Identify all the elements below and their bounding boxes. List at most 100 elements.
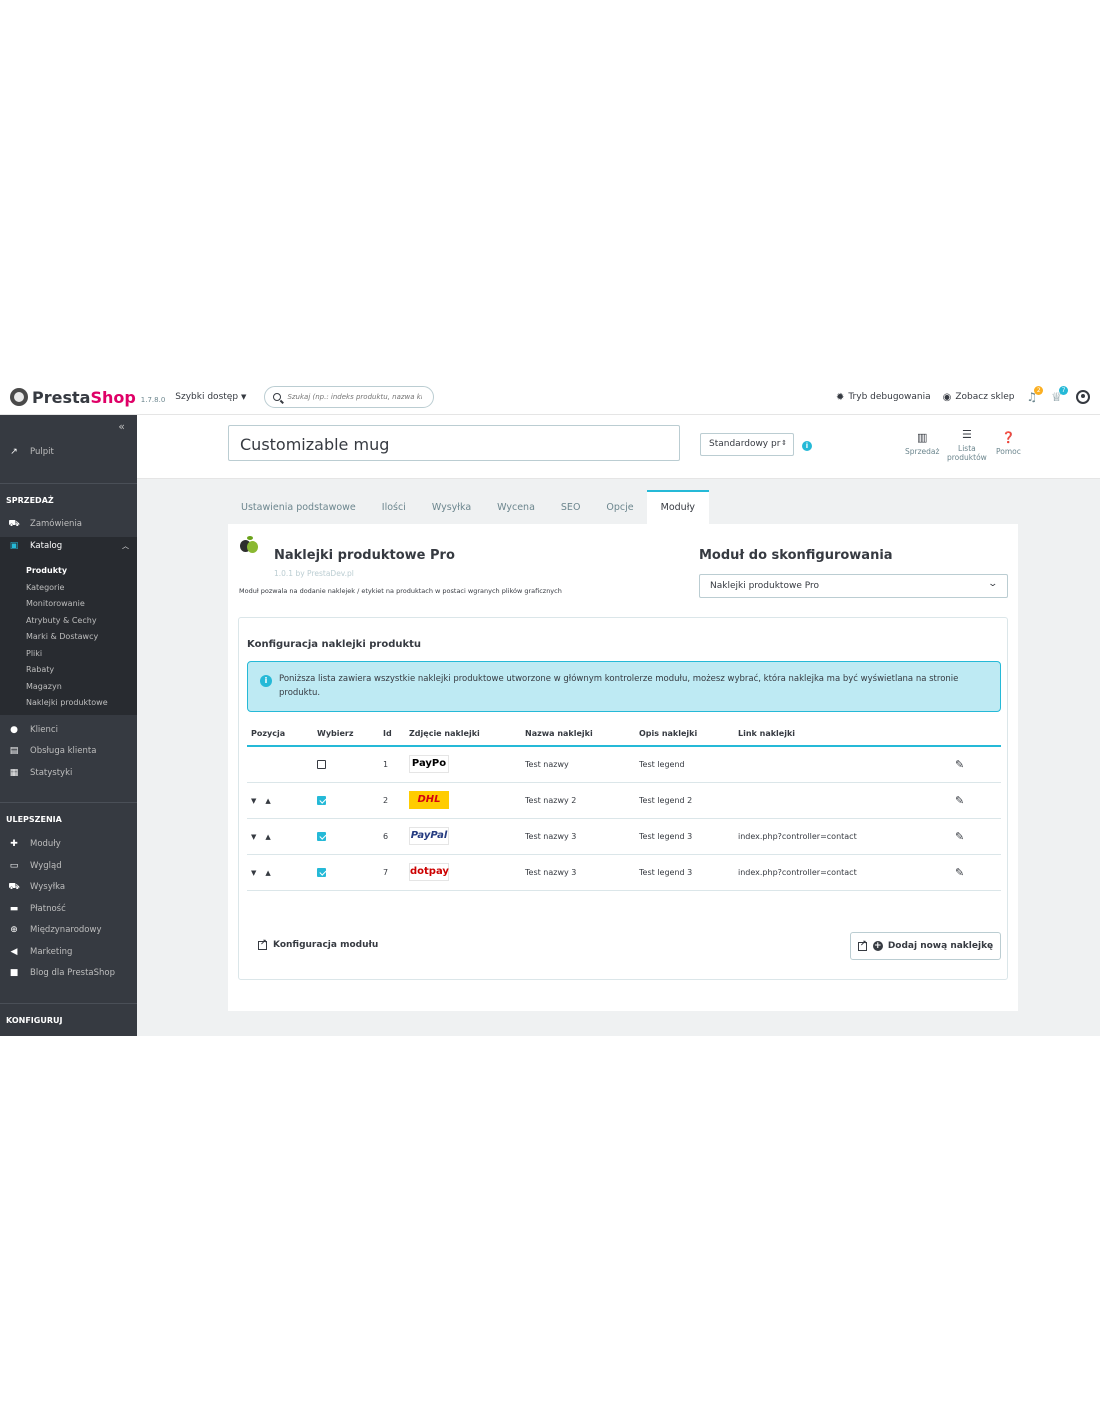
sidebar-item-stats[interactable]: ▦ Statystyki (0, 764, 137, 782)
submenu-item-brands[interactable]: Marki & Dostawcy (26, 632, 98, 641)
external-link-icon (857, 939, 867, 951)
edit-pencil-icon[interactable]: ✎ (955, 794, 964, 807)
chart-icon: ▥ (917, 431, 928, 444)
sidebar-item-shipping[interactable]: ⛟ Wysyłka (0, 878, 137, 896)
debug-mode-link[interactable]: ✹ Tryb debugowania (836, 392, 931, 403)
megaphone-icon: ◀ (10, 947, 18, 957)
basket-icon: ⛟ (8, 518, 20, 529)
help-icon: ❓ (1001, 431, 1016, 444)
edit-pencil-icon[interactable]: ✎ (955, 830, 964, 843)
search-box[interactable] (264, 386, 435, 408)
column-header: Id (379, 722, 405, 747)
section-improve: ULEPSZENIA (6, 815, 62, 824)
truck-icon: ⛟ (8, 881, 20, 892)
notification-count-badge: 2 (1034, 386, 1044, 395)
move-down-icon[interactable]: ▼ (251, 797, 256, 805)
edit-pencil-icon[interactable]: ✎ (955, 758, 964, 771)
module-logo-icon (240, 536, 258, 554)
select-checkbox[interactable] (317, 759, 326, 769)
tab-seo[interactable]: SEO (548, 502, 594, 524)
module-version: 1.0.1 by PrestaDev.pl (274, 569, 354, 578)
add-sticker-button[interactable]: +Dodaj nową naklejkę (850, 932, 1001, 960)
help-button[interactable]: ❓ Pomoc (996, 431, 1021, 456)
notifications-button[interactable]: ♫ 2 (1026, 386, 1044, 404)
bar-chart-icon: ▦ (9, 768, 19, 778)
tab-shipping[interactable]: Wysyłka (419, 502, 484, 524)
view-shop-link[interactable]: ◉ Zobacz sklep (943, 392, 1015, 403)
submenu-item-monitoring[interactable]: Monitorowanie (26, 599, 85, 608)
sales-button[interactable]: ▥ Sprzedaż (905, 431, 939, 456)
tab-quantities[interactable]: Ilości (369, 502, 419, 524)
select-checkbox[interactable] (317, 795, 326, 805)
sticker-desc: Test legend 3 (635, 818, 734, 855)
select-checkbox[interactable] (317, 867, 326, 877)
sidebar-item-marketing[interactable]: ◀ Marketing (0, 943, 137, 961)
submenu-item-categories[interactable]: Kategorie (26, 583, 64, 592)
quick-access-dropdown[interactable]: Szybki dostęp ▼ (175, 392, 246, 402)
submenu-item-attributes[interactable]: Atrybuty & Cechy (26, 616, 97, 625)
sticker-link: index.php?controller=contact (734, 818, 951, 855)
globe-icon: ⊕ (10, 925, 18, 935)
sticker-config-card: Konfiguracja naklejki produktu i Poniższ… (238, 617, 1008, 980)
desktop-icon: ▭ (9, 861, 19, 871)
sidebar-item-modules[interactable]: ✚ Moduły (0, 835, 137, 853)
puzzle-icon: ✚ (10, 839, 18, 849)
sticker-name: Test nazwy 2 (521, 782, 635, 819)
trophy-count-badge: 7 (1059, 386, 1068, 395)
product-type-select[interactable]: Standardowy pr ⇕ (700, 433, 794, 456)
section-configure: KONFIGURUJ (6, 1016, 63, 1025)
sidebar-item-blog[interactable]: ■ Blog dla PrestaShop (0, 964, 137, 982)
move-down-icon[interactable]: ▼ (251, 869, 256, 877)
info-icon[interactable]: i (802, 441, 812, 451)
sidebar-item-design[interactable]: ▭ Wygląd (0, 857, 137, 875)
sidebar: « ↗ Pulpit SPRZEDAŻ ⛟ Zamówienia ▣ Katalog ︿… (0, 415, 137, 1036)
module-config-select[interactable]: Naklejki produktowe Pro ⌄ (699, 574, 1008, 598)
module-config-link[interactable]: Konfiguracja modułu (258, 938, 378, 950)
sidebar-item-international[interactable]: ⊕ Międzynarodowy (0, 921, 137, 939)
sidebar-item-catalog[interactable]: ▣ Katalog ︿ (0, 537, 137, 555)
plus-circle-icon: + (872, 941, 883, 951)
version-label: 1.7.8.0 (140, 396, 166, 404)
column-header: Pozycja (247, 722, 313, 747)
sidebar-item-dashboard[interactable]: ↗ Pulpit (0, 443, 137, 461)
tab-basic-settings[interactable]: Ustawienia podstawowe (228, 502, 369, 524)
sticker-name: Test nazwy (521, 746, 635, 783)
module-description: Moduł pozwala na dodanie naklejek / etyk… (239, 587, 562, 595)
tab-modules[interactable]: Moduły (646, 490, 710, 524)
submenu-item-discounts[interactable]: Rabaty (26, 665, 54, 674)
sidebar-item-customers[interactable]: ● Klienci (0, 721, 137, 739)
submenu-item-products[interactable]: Produkty (26, 566, 67, 575)
sidebar-item-payment[interactable]: ▬ Płatność (0, 900, 137, 918)
sticker-image: PayPo (409, 755, 449, 774)
tab-pricing[interactable]: Wycena (484, 502, 548, 524)
edit-pencil-icon[interactable]: ✎ (955, 866, 964, 879)
move-up-icon[interactable]: ▲ (265, 833, 270, 841)
sticker-link (734, 746, 951, 783)
submenu-item-stock[interactable]: Magazyn (26, 682, 62, 691)
divider (0, 1003, 137, 1004)
move-up-icon[interactable]: ▲ (265, 869, 270, 877)
product-name-field[interactable]: Customizable mug (228, 425, 680, 461)
tab-options[interactable]: Opcje (593, 502, 646, 524)
sidebar-item-orders[interactable]: ⛟ Zamówienia (0, 515, 137, 533)
select-checkbox[interactable] (317, 831, 326, 841)
table-row: 1 PayPo Test nazwy Test legend ✎ (247, 746, 1001, 783)
collapse-sidebar-icon[interactable]: « (118, 420, 125, 433)
credit-card-icon: ▬ (9, 904, 19, 914)
trophy-button[interactable]: ♕ 7 (1051, 386, 1068, 404)
move-down-icon[interactable]: ▼ (251, 833, 256, 841)
select-arrows-icon: ⇕ (781, 439, 787, 447)
search-input[interactable] (287, 393, 423, 401)
info-icon: i (260, 675, 272, 687)
list-icon: ☰ (961, 428, 972, 441)
submenu-item-files[interactable]: Pliki (26, 649, 42, 658)
divider (0, 483, 137, 484)
product-list-button[interactable]: ☰ Lista produktów (947, 428, 987, 462)
prestashop-logo[interactable]: PrestaShop 1.7.8.0 (10, 388, 165, 407)
user-account-icon[interactable] (1076, 390, 1090, 404)
move-up-icon[interactable]: ▲ (265, 797, 270, 805)
submenu-item-stickers[interactable]: Naklejki produktowe (26, 698, 108, 707)
sticker-link (734, 782, 951, 819)
sidebar-item-support[interactable]: ▤ Obsługa klienta (0, 742, 137, 760)
chevron-up-icon: ︿ (122, 542, 129, 550)
